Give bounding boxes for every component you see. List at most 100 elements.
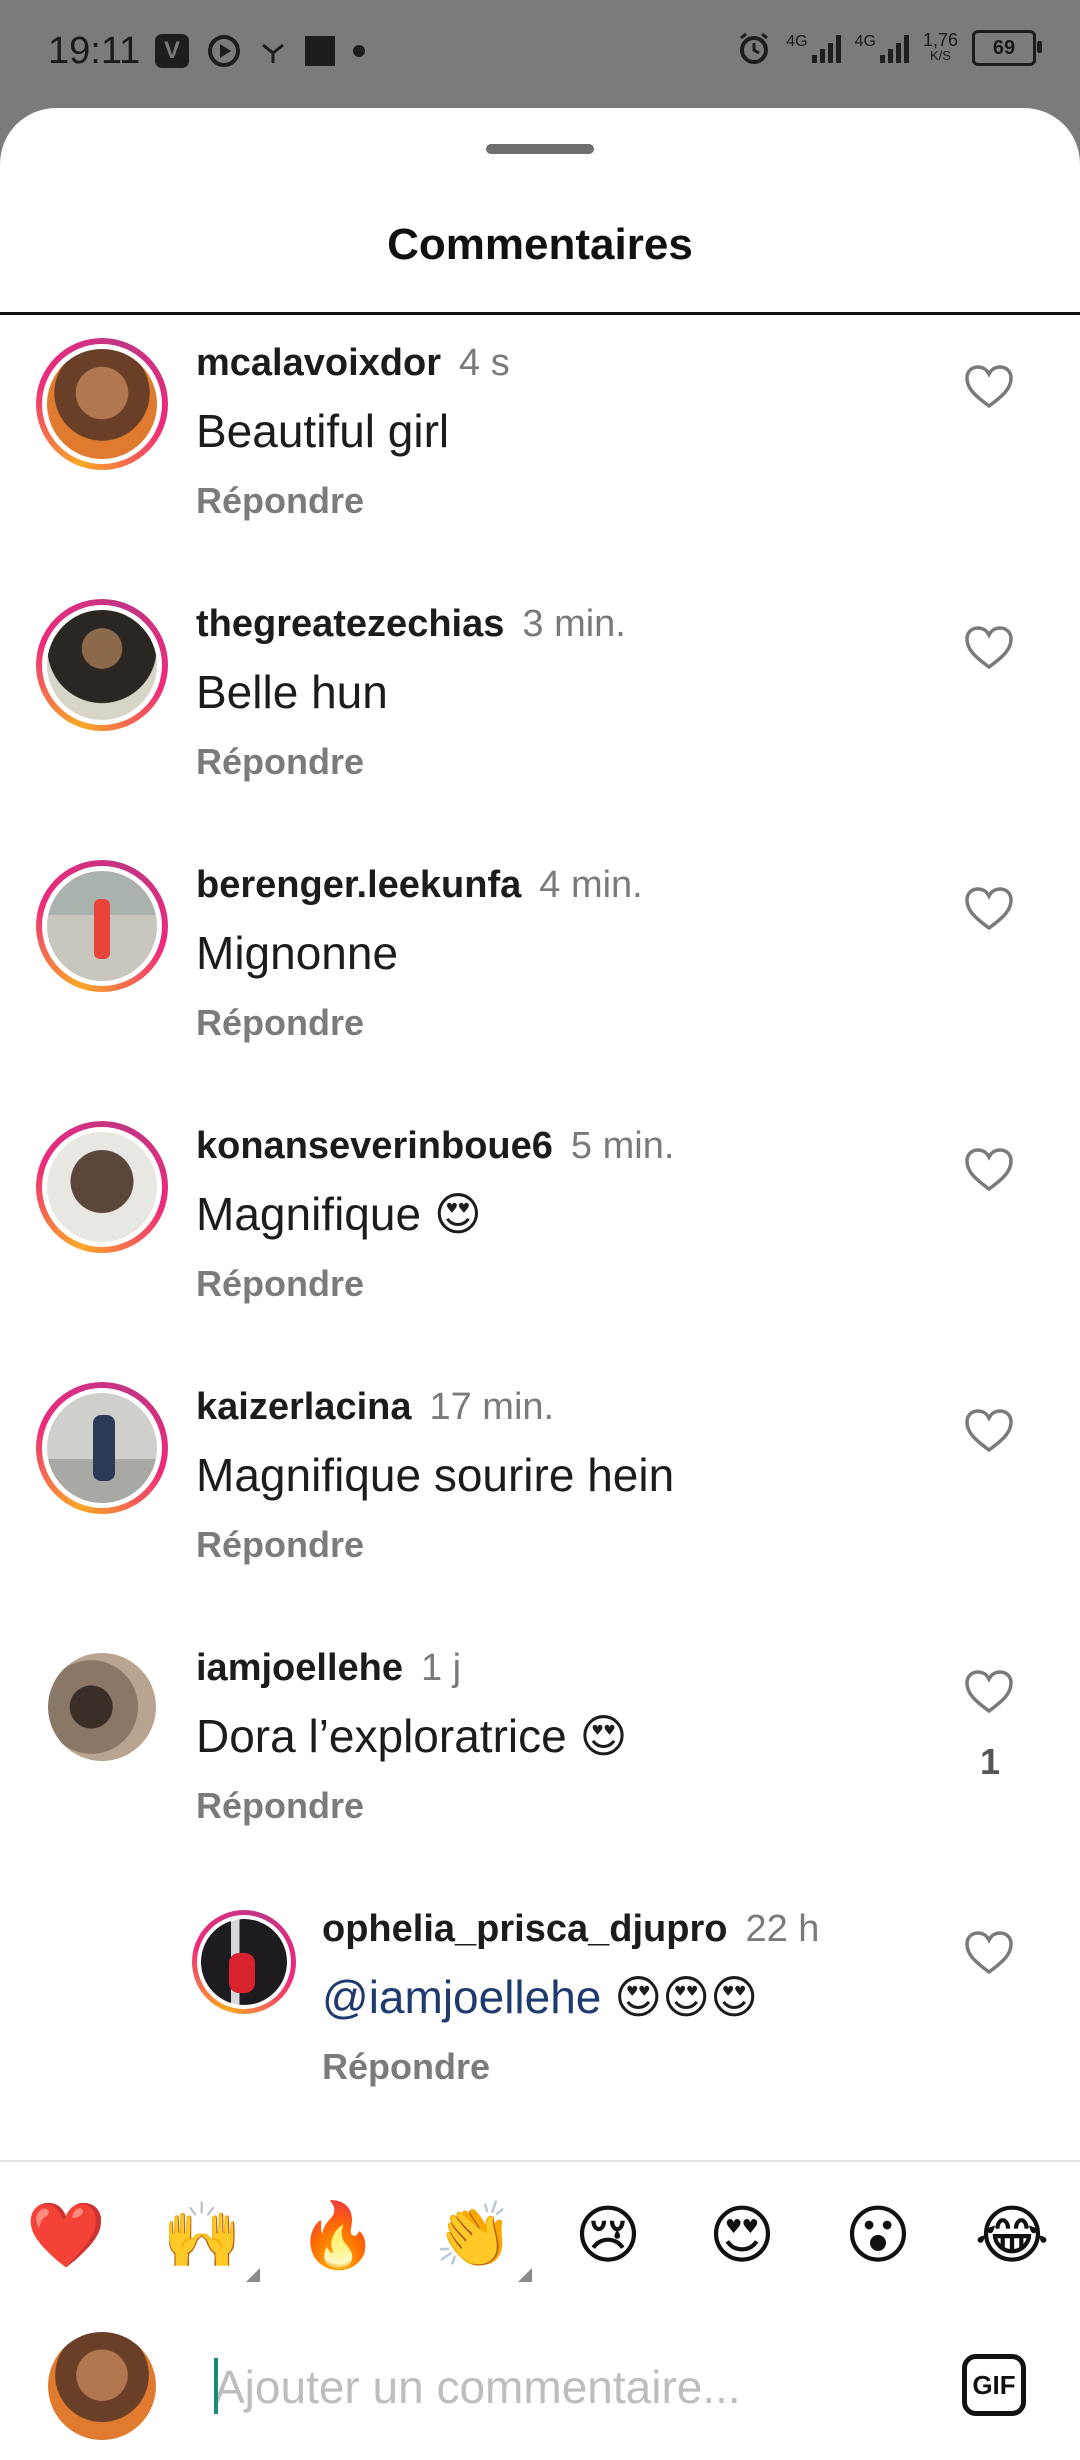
reply-button[interactable]: Répondre (196, 1263, 364, 1305)
speed-unit: K/S (929, 48, 951, 63)
heart-icon[interactable] (964, 1930, 1014, 1976)
reply-button[interactable]: Répondre (196, 1002, 364, 1044)
emoji-raising-hands[interactable]: 🙌 (162, 2196, 260, 2282)
comment-time: 4 min. (539, 864, 643, 906)
comment-item: konanseverinboue6 5 min. Magnifique 😍 Rép… (0, 1121, 1080, 1382)
avatar-story-ring[interactable] (36, 338, 168, 470)
comment-item: kaizerlacina 17 min. Magnifique sourire h… (0, 1382, 1080, 1643)
emoji-clapping-hands[interactable]: 👏 (434, 2196, 532, 2282)
signal-bars-icon (879, 33, 909, 63)
network-speed: 1,76 K/S (922, 30, 958, 64)
speed-value: 1,76 (922, 30, 958, 50)
comment-username[interactable]: konanseverinboue6 (196, 1125, 553, 1167)
heart-icon[interactable] (964, 886, 1014, 932)
drag-handle[interactable] (486, 144, 594, 154)
avatar[interactable] (48, 1653, 156, 1761)
comment-username[interactable]: iamjoellehe (196, 1647, 403, 1689)
my-avatar (48, 2332, 156, 2440)
status-notification-icons: V (155, 34, 365, 68)
network-icon (262, 43, 284, 63)
comment-text: Dora l’exploratrice 😍 (196, 1710, 628, 1762)
comment-time: 4 s (459, 342, 510, 384)
status-system-icons: 4G 4G 1,76 K/S 69 (736, 30, 1042, 66)
avatar-story-ring[interactable] (36, 860, 168, 992)
text-cursor (214, 2358, 218, 2414)
comment-text: Beautiful girl (196, 405, 450, 457)
comment-header: thegreatezechias 3 min. (196, 603, 626, 646)
signal-bars-icon (811, 33, 841, 63)
comment-time: 1 j (420, 1647, 462, 1689)
heart-icon[interactable] (964, 1669, 1014, 1715)
comment-header: berenger.leekunfa 4 min. (196, 864, 643, 907)
like-count: 1 (980, 1741, 1001, 1782)
comment-item: berenger.leekunfa 4 min. Mignonne Répondr… (0, 860, 1080, 1121)
reply-button[interactable]: Répondre (196, 1524, 364, 1566)
status-bar: 19:11 V 4G 4G 1,76 K/S 69 (0, 0, 1080, 108)
signal-1-label: 4G (786, 33, 808, 50)
reply-button[interactable]: Répondre (322, 2046, 490, 2088)
heart-icon[interactable] (964, 364, 1014, 410)
comment-list: mcalavoixdor 4 s Beautiful girl Répondre … (0, 338, 1080, 2165)
divider (0, 312, 1080, 315)
comment-username[interactable]: thegreatezechias (196, 603, 504, 645)
reply-emojis: 😍😍😍 (614, 1971, 759, 2023)
comment-time: 17 min. (429, 1386, 555, 1428)
comment-text: Magnifique sourire hein (196, 1449, 675, 1501)
emoji-heart[interactable]: ❤️ (26, 2196, 106, 2276)
gif-button[interactable]: GIF (962, 2354, 1026, 2416)
signal-1: 4G (786, 33, 841, 63)
vlc-app-icon: V (155, 34, 189, 68)
comment-text: Magnifique 😍 (196, 1188, 482, 1240)
comment-time: 5 min. (570, 1125, 675, 1167)
comment-header: iamjoellehe 1 j (196, 1647, 461, 1690)
emoji-crying-face[interactable]: 😢 (568, 2196, 648, 2276)
play-circle-icon (208, 35, 240, 67)
comment-composer: GIF (0, 2306, 1080, 2460)
sheet-title: Commentaires (387, 220, 693, 269)
reply-item: ophelia_prisca_djupro 22 h @iamjoellehe 😍… (0, 1904, 1080, 2165)
avatar (47, 1132, 157, 1242)
emoji-raising-hands-glyph: 🙌 (162, 2199, 242, 2273)
more-notifications-dot-icon (353, 45, 365, 57)
comment-username[interactable]: ophelia_prisca_djupro (322, 1908, 727, 1950)
heart-icon[interactable] (964, 1147, 1014, 1193)
emoji-tears-of-joy[interactable]: 😂 (972, 2196, 1052, 2276)
mention-link[interactable]: @iamjoellehe (322, 1971, 601, 2023)
comment-header: kaizerlacina 17 min. (196, 1386, 554, 1429)
comment-text: Mignonne (196, 927, 399, 979)
avatar-story-ring[interactable] (36, 599, 168, 731)
status-time: 19:11 (48, 30, 141, 72)
avatar (47, 610, 157, 720)
heart-icon[interactable] (964, 625, 1014, 671)
avatar (201, 1919, 287, 2005)
avatar-story-ring[interactable] (36, 1382, 168, 1514)
signal-2-label: 4G (854, 33, 876, 50)
avatar-story-ring[interactable] (36, 1121, 168, 1253)
emoji-clapping-glyph: 👏 (434, 2199, 514, 2273)
comment-time: 3 min. (522, 603, 626, 645)
comment-text: @iamjoellehe 😍😍😍 (322, 1970, 758, 2024)
emoji-open-mouth[interactable]: 😮 (838, 2196, 918, 2276)
avatar-story-ring[interactable] (192, 1910, 296, 2014)
reply-button[interactable]: Répondre (196, 480, 364, 522)
emoji-fire[interactable]: 🔥 (298, 2196, 378, 2276)
avatar (47, 1393, 157, 1503)
comment-item: thegreatezechias 3 min. Belle hun Répondr… (0, 599, 1080, 860)
comment-username[interactable]: mcalavoixdor (196, 342, 441, 384)
battery-icon: 69 (972, 30, 1042, 66)
comment-username[interactable]: kaizerlacina (196, 1386, 411, 1428)
alarm-icon (740, 32, 769, 64)
comment-text: Belle hun (196, 666, 388, 718)
comments-sheet: Commentaires mcalavoixdor 4 s Beautiful g… (0, 108, 1080, 2460)
comment-header: konanseverinboue6 5 min. (196, 1125, 674, 1168)
comment-input[interactable] (212, 2346, 936, 2428)
reply-button[interactable]: Répondre (196, 741, 364, 783)
reply-button[interactable]: Répondre (196, 1785, 364, 1827)
comment-username[interactable]: berenger.leekunfa (196, 864, 521, 906)
heart-icon[interactable] (964, 1408, 1014, 1454)
comment-time: 22 h (745, 1908, 820, 1950)
comment-item: iamjoellehe 1 j Dora l’exploratrice 😍 Rép… (0, 1643, 1080, 1904)
avatar (47, 871, 157, 981)
comment-header: ophelia_prisca_djupro 22 h (322, 1908, 819, 1951)
emoji-heart-eyes[interactable]: 😍 (702, 2196, 782, 2276)
